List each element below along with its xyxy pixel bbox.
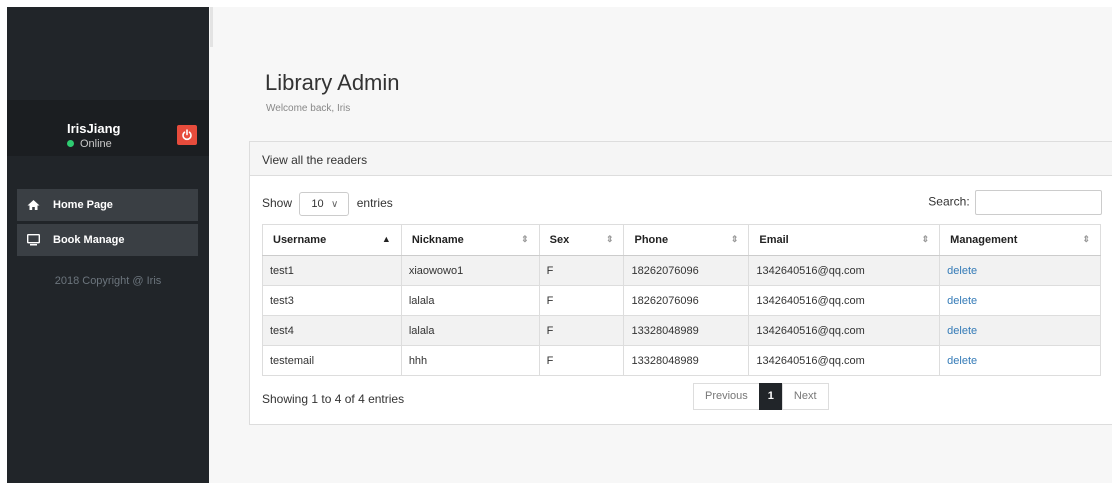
nav-item-home-page[interactable]: Home Page bbox=[17, 189, 198, 221]
cell-username: testemail bbox=[262, 345, 402, 376]
previous-button[interactable]: Previous bbox=[693, 383, 760, 410]
sidebar-logo-area bbox=[7, 7, 209, 100]
delete-link[interactable]: delete bbox=[947, 325, 977, 337]
divider-line bbox=[210, 7, 213, 47]
copyright-text: 2018 Copyright @ Iris bbox=[54, 275, 162, 287]
cell-phone: 13328048989 bbox=[623, 315, 750, 346]
table-header-row: Username ▲ Nickname ⇕ Sex ⇕ Phone ⇕ Email ⇕ M… bbox=[262, 224, 1101, 256]
sidebar-nav: Home Page Book Manage bbox=[17, 189, 198, 259]
table-row: test3 lalala F 18262076096 1342640516@qq… bbox=[262, 285, 1101, 316]
delete-link[interactable]: delete bbox=[947, 355, 977, 367]
monitor-icon bbox=[27, 234, 40, 246]
sort-icon: ⇕ bbox=[1082, 234, 1090, 244]
sort-icon: ⇕ bbox=[921, 234, 930, 244]
readers-table: Username ▲ Nickname ⇕ Sex ⇕ Phone ⇕ Email ⇕ M… bbox=[262, 224, 1101, 376]
sort-icon: ⇕ bbox=[730, 234, 739, 244]
column-header-sex[interactable]: Sex ⇕ bbox=[538, 224, 625, 256]
readers-panel: View all the readers Show 10 ∨ entries S… bbox=[249, 141, 1112, 425]
length-value: 10 bbox=[311, 198, 324, 210]
panel-heading: View all the readers bbox=[250, 142, 1112, 176]
column-header-phone[interactable]: Phone ⇕ bbox=[623, 224, 750, 256]
power-icon bbox=[182, 129, 192, 141]
user-name: IrisJiang bbox=[67, 121, 121, 136]
column-header-nickname[interactable]: Nickname ⇕ bbox=[400, 224, 540, 256]
entries-length-control: Show 10 ∨ entries bbox=[262, 192, 393, 216]
cell-email: 1342640516@qq.com bbox=[748, 345, 941, 376]
cell-sex: F bbox=[538, 255, 625, 286]
column-header-email[interactable]: Email ⇕ bbox=[748, 224, 941, 256]
cell-sex: F bbox=[538, 345, 625, 376]
table-row: testemail hhh F 13328048989 1342640516@q… bbox=[262, 345, 1101, 376]
cell-sex: F bbox=[538, 285, 625, 316]
cell-phone: 13328048989 bbox=[623, 345, 750, 376]
pagination: Previous 1 Next bbox=[693, 383, 829, 410]
table-row: test1 xiaowowo1 F 18262076096 1342640516… bbox=[262, 255, 1101, 286]
column-header-username[interactable]: Username ▲ bbox=[262, 224, 402, 256]
table-row: test4 lalala F 13328048989 1342640516@qq… bbox=[262, 315, 1101, 346]
online-status-dot bbox=[67, 140, 74, 147]
logout-button[interactable] bbox=[177, 125, 197, 145]
page-subtitle: Welcome back, Iris bbox=[266, 103, 351, 114]
user-status: Online bbox=[67, 138, 112, 150]
entries-length-select[interactable]: 10 ∨ bbox=[299, 192, 350, 216]
cell-management: delete bbox=[939, 315, 1101, 346]
cell-username: test4 bbox=[262, 315, 402, 346]
cell-phone: 18262076096 bbox=[623, 285, 750, 316]
nav-label-book-manage: Book Manage bbox=[53, 234, 125, 246]
cell-nickname: hhh bbox=[400, 345, 540, 376]
user-panel: IrisJiang Online bbox=[7, 100, 209, 156]
cell-management: delete bbox=[939, 345, 1101, 376]
sort-icon: ⇕ bbox=[521, 234, 529, 244]
nav-label-home-page: Home Page bbox=[53, 199, 113, 211]
cell-phone: 18262076096 bbox=[623, 255, 750, 286]
cell-username: test3 bbox=[262, 285, 402, 316]
cell-nickname: lalala bbox=[400, 315, 540, 346]
cell-username: test1 bbox=[262, 255, 402, 286]
nav-item-book-manage[interactable]: Book Manage bbox=[17, 224, 198, 256]
cell-email: 1342640516@qq.com bbox=[748, 285, 941, 316]
cell-nickname: lalala bbox=[400, 285, 540, 316]
sort-ascending-icon: ▲ bbox=[381, 234, 391, 244]
sidebar: IrisJiang Online Home Page Book Manage 2… bbox=[7, 7, 209, 483]
cell-nickname: xiaowowo1 bbox=[400, 255, 540, 286]
cell-email: 1342640516@qq.com bbox=[748, 255, 941, 286]
status-label: Online bbox=[80, 138, 112, 150]
cell-management: delete bbox=[939, 285, 1101, 316]
next-button[interactable]: Next bbox=[781, 383, 829, 410]
cell-email: 1342640516@qq.com bbox=[748, 315, 941, 346]
column-header-management[interactable]: Management ⇕ bbox=[939, 224, 1101, 256]
length-prefix: Show bbox=[262, 196, 293, 211]
home-icon bbox=[27, 200, 40, 210]
page-title: Library Admin bbox=[265, 70, 400, 95]
search-control: Search: bbox=[928, 190, 1102, 215]
cell-management: delete bbox=[939, 255, 1101, 286]
table-info: Showing 1 to 4 of 4 entries bbox=[262, 392, 405, 406]
search-input[interactable] bbox=[975, 190, 1102, 215]
delete-link[interactable]: delete bbox=[947, 265, 977, 277]
sort-icon: ⇕ bbox=[605, 234, 614, 244]
page-1-button[interactable]: 1 bbox=[758, 383, 783, 410]
delete-link[interactable]: delete bbox=[947, 295, 977, 307]
length-suffix: entries bbox=[356, 196, 393, 211]
cell-sex: F bbox=[538, 315, 625, 346]
chevron-down-icon: ∨ bbox=[331, 199, 339, 210]
search-label: Search: bbox=[928, 194, 970, 209]
